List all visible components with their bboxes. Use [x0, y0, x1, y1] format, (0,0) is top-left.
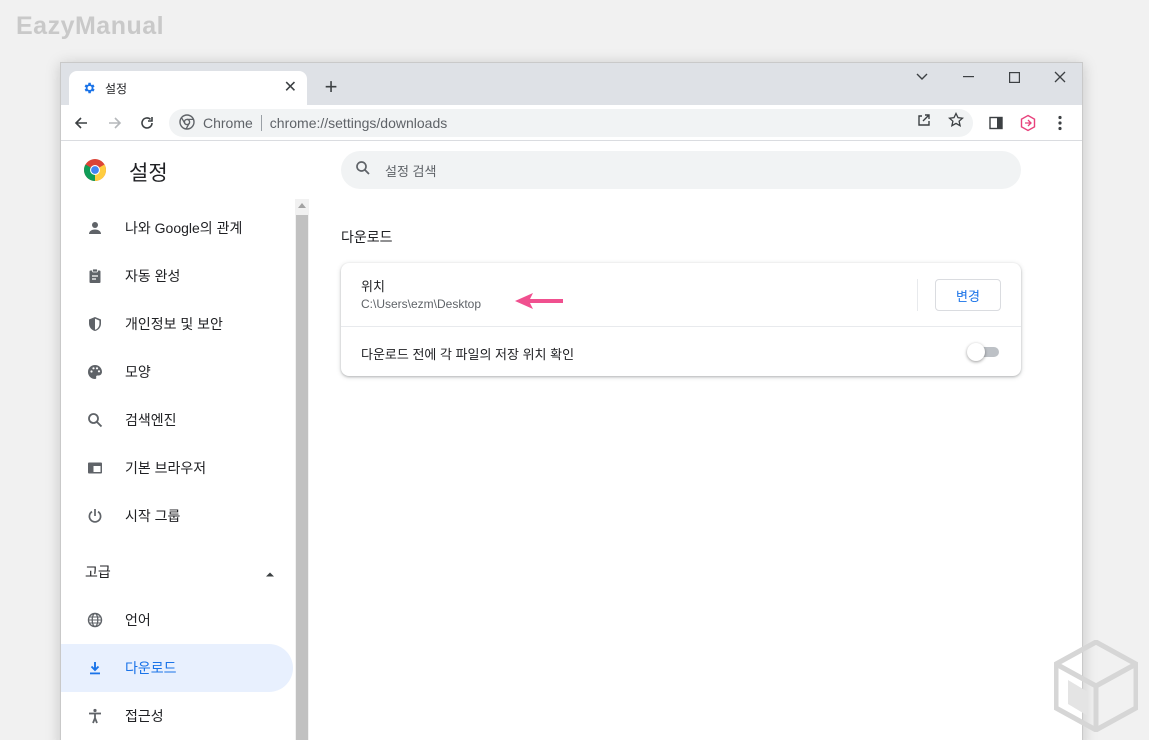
address-bar[interactable]: Chrome chrome://settings/downloads: [169, 109, 973, 137]
sidebar-item-label: 모양: [125, 364, 151, 380]
browser-icon: [85, 458, 105, 478]
accessibility-icon: [85, 706, 105, 726]
row-divider: [917, 279, 918, 311]
download-icon: [85, 658, 105, 678]
scrollbar-thumb[interactable]: [296, 215, 308, 740]
settings-page: 설정 나와 Google의 관계 자동 완성 개인정보 및 보안 모양 검색엔진: [61, 142, 1082, 740]
downloads-card: 위치 C:\Users\ezm\Desktop 변경 다운로드 전에 각 파일의…: [341, 263, 1021, 376]
sidebar-item-label: 시작 그룹: [125, 508, 181, 524]
sidebar-item-default-browser[interactable]: 기본 브라우저: [61, 444, 293, 492]
side-panel-icon[interactable]: [985, 112, 1007, 134]
reload-icon[interactable]: [135, 111, 159, 135]
sidebar-item-label: 자동 완성: [125, 268, 181, 284]
sidebar-nav: 나와 Google의 관계 자동 완성 개인정보 및 보안 모양 검색엔진 기본…: [61, 204, 293, 740]
caret-up-icon: [265, 564, 275, 580]
sidebar-item-label: 검색엔진: [125, 412, 177, 428]
shield-icon: [85, 314, 105, 334]
settings-search[interactable]: 설정 검색: [341, 151, 1021, 189]
tab-settings[interactable]: 설정 ✕: [69, 71, 307, 105]
sidebar-item-label: 나와 Google의 관계: [125, 220, 243, 236]
page-title: 설정: [129, 162, 168, 185]
sidebar-scrollbar[interactable]: [295, 199, 309, 740]
sidebar-item-privacy[interactable]: 개인정보 및 보안: [61, 300, 293, 348]
chrome-site-icon: [179, 113, 195, 133]
sidebar-item-autofill[interactable]: 자동 완성: [61, 252, 293, 300]
gear-icon: [81, 80, 97, 96]
sidebar-item-appearance[interactable]: 모양: [61, 348, 293, 396]
person-icon: [85, 218, 105, 238]
location-path: C:\Users\ezm\Desktop: [361, 297, 482, 311]
share-icon[interactable]: [915, 111, 933, 129]
omnibox-divider: [260, 115, 262, 131]
sidebar-item-you-and-google[interactable]: 나와 Google의 관계: [61, 204, 293, 252]
sidebar-item-label: 다운로드: [125, 660, 177, 676]
sidebar-item-downloads[interactable]: 다운로드: [61, 644, 293, 692]
change-button[interactable]: 변경: [935, 279, 1001, 311]
search-icon: [85, 410, 105, 430]
sidebar-advanced-toggle[interactable]: 고급: [61, 548, 293, 596]
watermark-text: EazyManual: [16, 12, 165, 40]
sidebar-item-on-startup[interactable]: 시작 그룹: [61, 492, 293, 540]
sidebar-item-label: 접근성: [125, 708, 164, 724]
chrome-logo-icon: [83, 158, 107, 187]
location-label: 위치: [361, 279, 385, 294]
star-icon[interactable]: [947, 111, 965, 129]
sidebar-item-languages[interactable]: 언어: [61, 596, 293, 644]
title-bar: 설정 ✕ +: [61, 63, 1082, 105]
advanced-label: 고급: [85, 564, 111, 580]
tab-title: 설정: [105, 81, 128, 96]
section-title: 다운로드: [341, 229, 393, 245]
toggle-knob: [967, 343, 985, 361]
cube-logo-icon: [1054, 640, 1138, 732]
forward-arrow-icon[interactable]: [103, 111, 127, 135]
sidebar-item-search-engine[interactable]: 검색엔진: [61, 396, 293, 444]
clipboard-icon: [85, 266, 105, 286]
sidebar-item-label: 언어: [125, 612, 151, 628]
sidebar-item-label: 개인정보 및 보안: [125, 316, 223, 332]
ask-location-label: 다운로드 전에 각 파일의 저장 위치 확인: [361, 347, 575, 362]
browser-window: 설정 ✕ + Chrome chrome://settings/download…: [60, 62, 1083, 740]
ask-location-toggle[interactable]: [967, 343, 999, 361]
search-input[interactable]: 설정 검색: [385, 161, 436, 180]
tab-close-icon[interactable]: ✕: [284, 80, 297, 96]
minimize-icon[interactable]: [945, 63, 991, 91]
back-arrow-icon[interactable]: [69, 111, 93, 135]
chevron-down-icon[interactable]: [899, 63, 945, 91]
more-vert-icon[interactable]: [1049, 112, 1071, 134]
location-row: 위치 C:\Users\ezm\Desktop 변경: [341, 263, 1021, 327]
power-icon: [85, 506, 105, 526]
palette-icon: [85, 362, 105, 382]
new-tab-button[interactable]: +: [319, 75, 343, 99]
ask-location-row: 다운로드 전에 각 파일의 저장 위치 확인: [341, 328, 1021, 376]
sidebar-item-label: 기본 브라우저: [125, 460, 207, 476]
annotation-arrow-icon: [515, 293, 563, 309]
globe-icon: [85, 610, 105, 630]
url-text[interactable]: chrome://settings/downloads: [270, 115, 447, 131]
sidebar-item-accessibility[interactable]: 접근성: [61, 692, 293, 740]
site-label: Chrome: [203, 115, 253, 131]
extension-icon[interactable]: [1017, 112, 1039, 134]
scroll-up-arrow-icon[interactable]: [298, 203, 306, 208]
maximize-icon[interactable]: [991, 63, 1037, 91]
toolbar: Chrome chrome://settings/downloads: [61, 105, 1082, 141]
sidebar-header: 설정: [83, 157, 168, 187]
search-icon: [355, 160, 371, 181]
close-icon[interactable]: [1037, 63, 1082, 91]
